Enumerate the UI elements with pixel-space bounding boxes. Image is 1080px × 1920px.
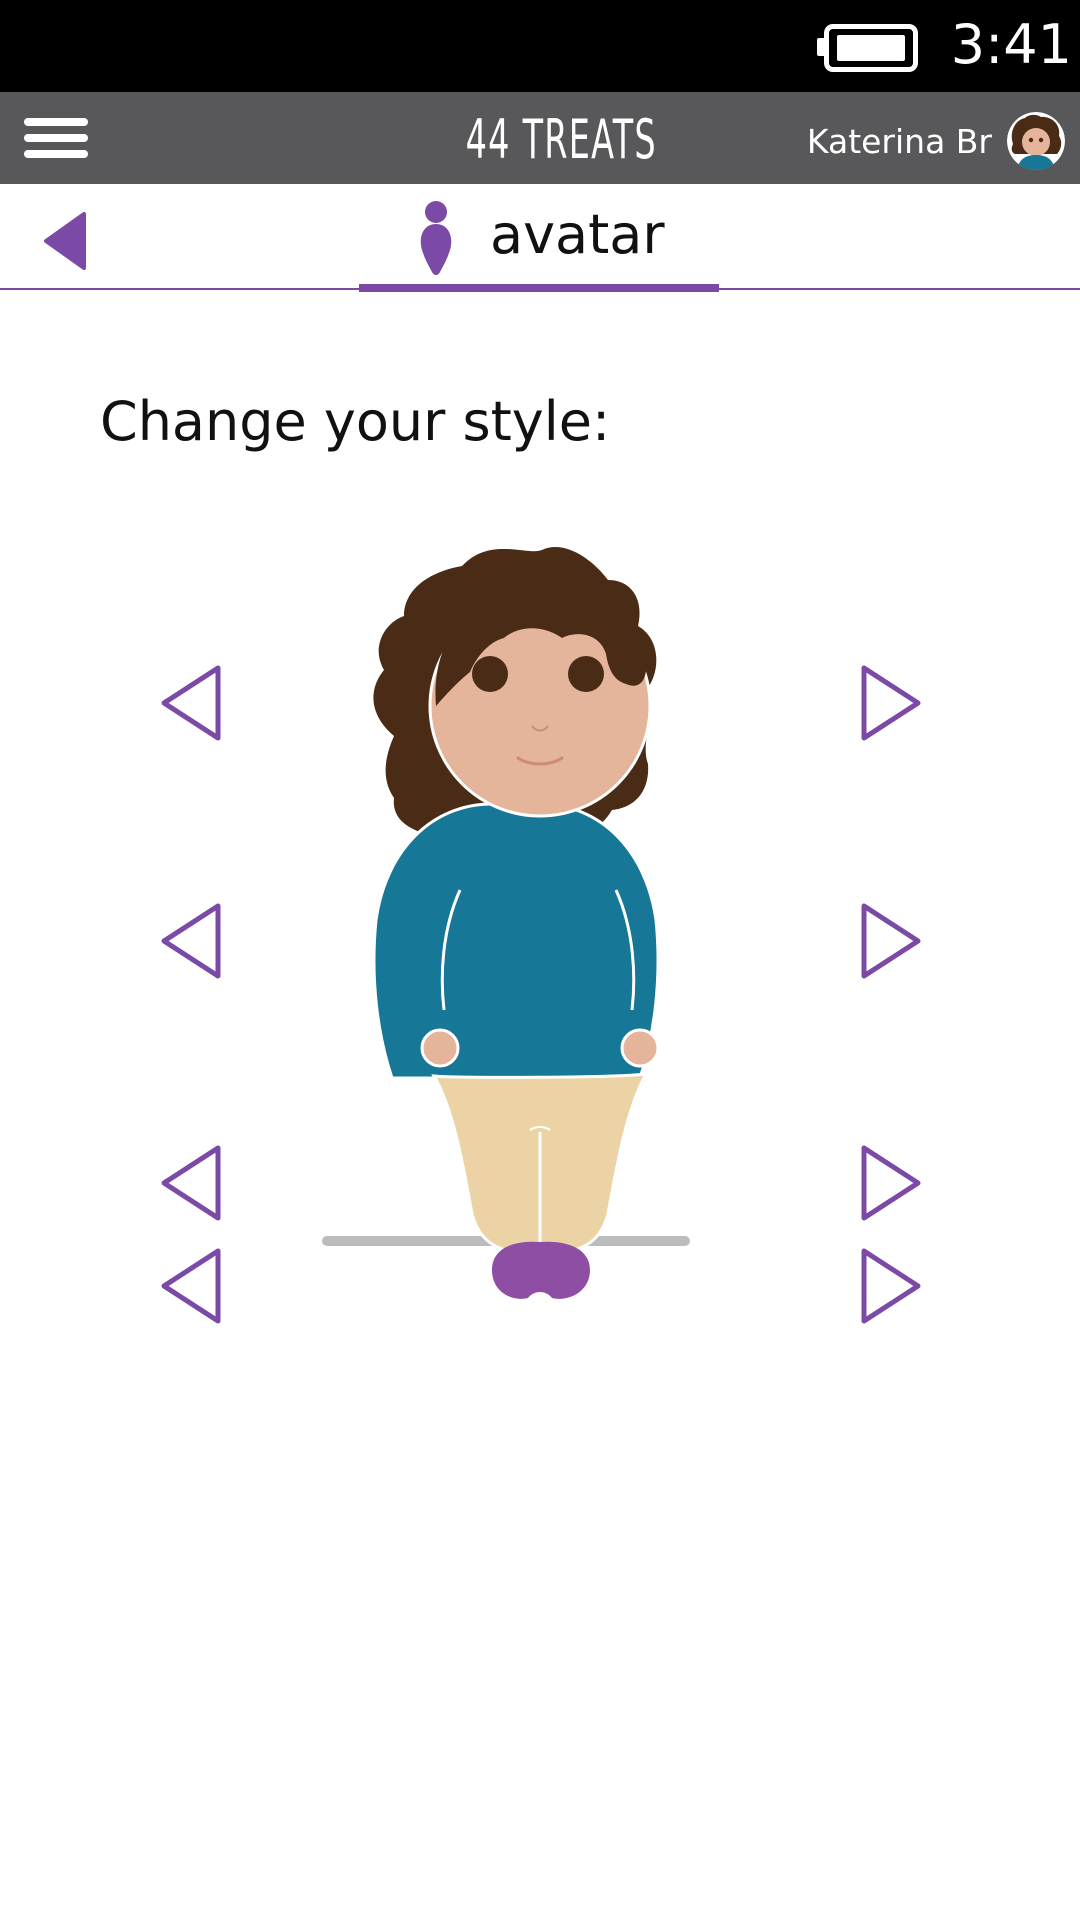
status-time: 3:41: [950, 13, 1072, 76]
chevron-right-outline-icon: [861, 903, 921, 979]
chevron-left-outline-icon: [161, 903, 221, 979]
avatar-right-eye: [568, 656, 604, 692]
hamburger-menu-icon[interactable]: [16, 106, 96, 170]
avatar-shoes: [492, 1241, 590, 1299]
chevron-left-outline-icon: [161, 1248, 221, 1324]
user-name[interactable]: Katerina Br: [760, 112, 992, 172]
shoes-next-button[interactable]: [850, 1241, 930, 1331]
battery-level: [837, 35, 905, 61]
bottom-next-button[interactable]: [850, 1138, 930, 1228]
chevron-right-outline-icon: [861, 1145, 921, 1221]
page-heading: Change your style:: [100, 390, 611, 453]
avatar-figure: [300, 530, 780, 1330]
bottom-prev-button[interactable]: [152, 1138, 232, 1228]
chevron-right-outline-icon: [861, 665, 921, 741]
top-next-button[interactable]: [850, 896, 930, 986]
top-prev-button[interactable]: [152, 896, 232, 986]
back-triangle-icon: [44, 212, 86, 270]
avatar-left-hand: [420, 1028, 460, 1068]
app-logo: 44 TREATS: [465, 108, 657, 171]
hair-next-button[interactable]: [850, 658, 930, 748]
avatar-left-eye: [472, 656, 508, 692]
battery-nub: [817, 38, 824, 56]
battery-full-icon: [824, 24, 918, 72]
person-icon: [410, 198, 462, 278]
avatar-right-hand: [620, 1028, 660, 1068]
shoes-prev-button[interactable]: [152, 1241, 232, 1331]
chevron-left-outline-icon: [161, 1145, 221, 1221]
avatar-shirt: [372, 802, 660, 1080]
user-avatar-icon[interactable]: [1007, 112, 1065, 170]
chevron-left-outline-icon: [161, 665, 221, 741]
chevron-right-outline-icon: [861, 1248, 921, 1324]
tab-active-indicator: [359, 284, 719, 292]
back-button[interactable]: [36, 206, 96, 276]
status-bar: [0, 0, 1080, 92]
hair-prev-button[interactable]: [152, 658, 232, 748]
tab-title[interactable]: avatar: [490, 200, 710, 270]
